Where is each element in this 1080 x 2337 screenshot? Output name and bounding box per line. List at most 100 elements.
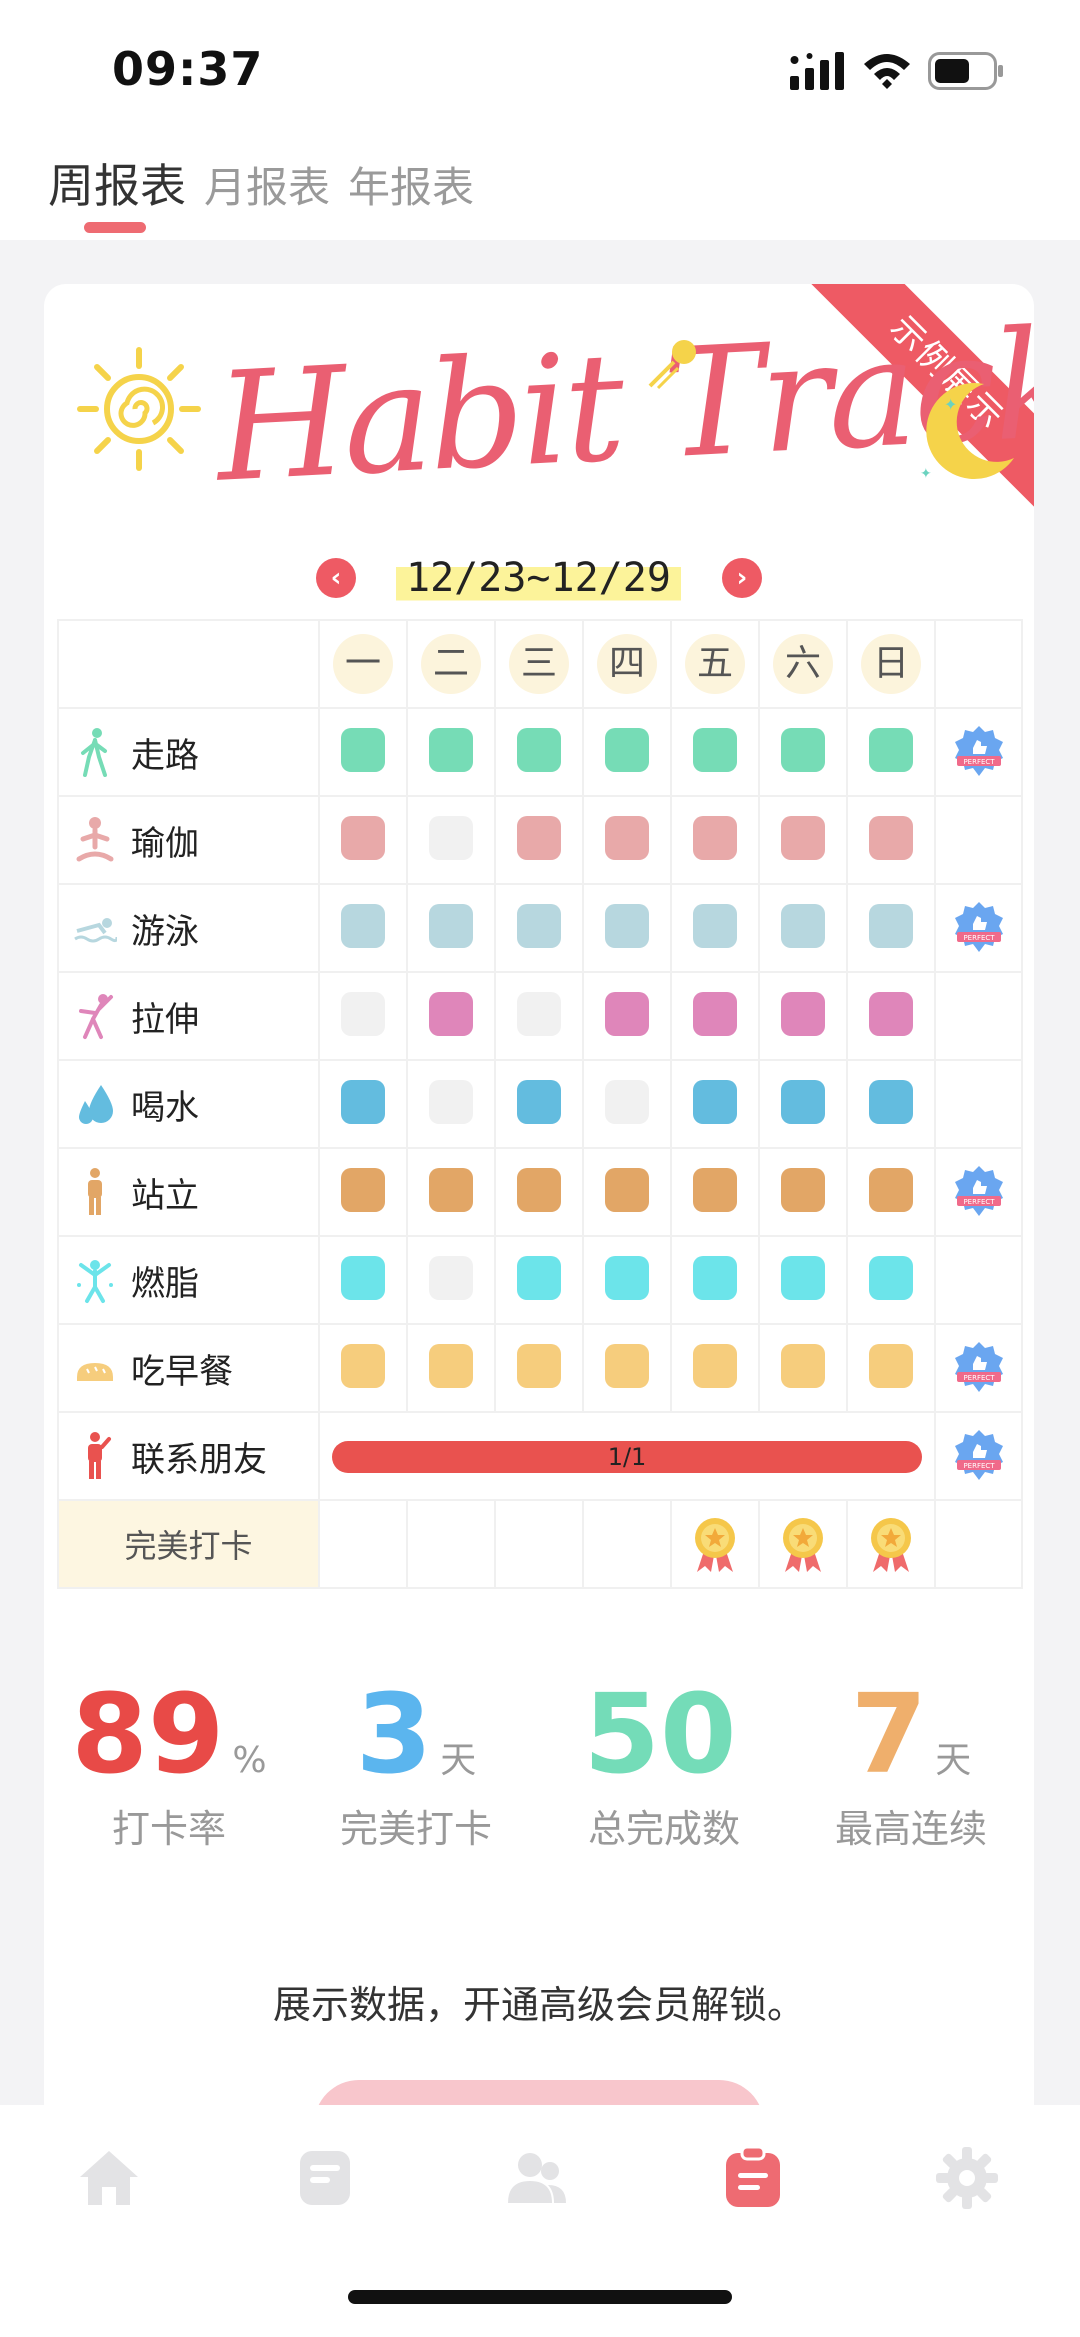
- check-cell[interactable]: [758, 1323, 848, 1413]
- check-cell[interactable]: [670, 1147, 760, 1237]
- check-cell[interactable]: [670, 1059, 760, 1149]
- checked-mark: [605, 1344, 649, 1388]
- home-icon[interactable]: [76, 2145, 142, 2211]
- habit-name-cell[interactable]: 联系朋友: [57, 1411, 320, 1501]
- check-cell[interactable]: [494, 883, 584, 973]
- water-drop-icon: [73, 1079, 117, 1129]
- checked-mark: [693, 1080, 737, 1124]
- habit-name-cell[interactable]: 吃早餐: [57, 1323, 320, 1413]
- check-cell[interactable]: [318, 883, 408, 973]
- check-cell[interactable]: [758, 971, 848, 1061]
- yoga-icon: [73, 815, 117, 865]
- habit-name-cell[interactable]: 瑜伽: [57, 795, 320, 885]
- perfect-badge-icon: PERFECT: [951, 1342, 1007, 1392]
- check-cell[interactable]: [846, 795, 936, 885]
- check-cell[interactable]: [670, 971, 760, 1061]
- check-cell[interactable]: [494, 1235, 584, 1325]
- check-cell[interactable]: [494, 795, 584, 885]
- habit-name-cell[interactable]: 游泳: [57, 883, 320, 973]
- check-cell[interactable]: [406, 883, 496, 973]
- prev-week-button[interactable]: ‹: [316, 558, 356, 598]
- check-cell[interactable]: [758, 1235, 848, 1325]
- check-cell[interactable]: [406, 1323, 496, 1413]
- tab-yearly[interactable]: 年报表: [348, 154, 474, 215]
- meteor-icon: [648, 340, 696, 390]
- progress-cell[interactable]: 1/1: [318, 1411, 936, 1501]
- stat-item: 7 天最高连续: [786, 1674, 1034, 1853]
- perfect-badge-icon: PERFECT: [951, 1430, 1007, 1480]
- checked-mark: [605, 904, 649, 948]
- document-icon[interactable]: [292, 2145, 358, 2211]
- check-cell[interactable]: [318, 1147, 408, 1237]
- medal-cell: [406, 1499, 496, 1589]
- users-icon[interactable]: [504, 2145, 570, 2211]
- check-cell[interactable]: [582, 1147, 672, 1237]
- day-header-cell: 四: [582, 619, 672, 709]
- check-cell[interactable]: [758, 883, 848, 973]
- check-cell[interactable]: [582, 971, 672, 1061]
- habit-name-cell[interactable]: 站立: [57, 1147, 320, 1237]
- check-cell[interactable]: [582, 795, 672, 885]
- day-label: 五: [685, 634, 745, 694]
- svg-text:PERFECT: PERFECT: [963, 758, 995, 766]
- check-cell[interactable]: [846, 1323, 936, 1413]
- check-cell[interactable]: [582, 1323, 672, 1413]
- check-cell[interactable]: [846, 1147, 936, 1237]
- check-cell[interactable]: [846, 1235, 936, 1325]
- check-cell[interactable]: [494, 971, 584, 1061]
- check-cell[interactable]: [406, 1059, 496, 1149]
- clipboard-icon[interactable]: [720, 2145, 786, 2211]
- habit-name-cell[interactable]: 燃脂: [57, 1235, 320, 1325]
- check-cell[interactable]: [318, 1059, 408, 1149]
- tab-weekly[interactable]: 周报表: [48, 150, 186, 216]
- stat-label: 完美打卡: [339, 1807, 492, 1851]
- checked-mark: [605, 1256, 649, 1300]
- check-cell[interactable]: [318, 707, 408, 797]
- habit-name-cell[interactable]: 喝水: [57, 1059, 320, 1149]
- check-cell[interactable]: [494, 707, 584, 797]
- check-cell[interactable]: [758, 1147, 848, 1237]
- check-cell[interactable]: [846, 883, 936, 973]
- check-cell[interactable]: [318, 1235, 408, 1325]
- check-cell[interactable]: [670, 883, 760, 973]
- checked-mark: [517, 1080, 561, 1124]
- check-cell[interactable]: [406, 1235, 496, 1325]
- check-cell[interactable]: [318, 971, 408, 1061]
- checked-mark: [869, 904, 913, 948]
- unchecked-mark: [429, 816, 473, 860]
- check-cell[interactable]: [670, 1235, 760, 1325]
- check-cell[interactable]: [494, 1059, 584, 1149]
- check-cell[interactable]: [582, 883, 672, 973]
- gear-icon[interactable]: [934, 2145, 1000, 2211]
- check-cell[interactable]: [670, 795, 760, 885]
- check-cell[interactable]: [406, 1147, 496, 1237]
- check-cell[interactable]: [758, 795, 848, 885]
- next-week-button[interactable]: ›: [722, 558, 762, 598]
- check-cell[interactable]: [582, 707, 672, 797]
- check-cell[interactable]: [758, 1059, 848, 1149]
- checked-mark: [781, 816, 825, 860]
- check-cell[interactable]: [670, 707, 760, 797]
- check-cell[interactable]: [494, 1323, 584, 1413]
- check-cell[interactable]: [406, 971, 496, 1061]
- habit-name-cell[interactable]: 走路: [57, 707, 320, 797]
- check-cell[interactable]: [318, 795, 408, 885]
- day-label: 六: [773, 634, 833, 694]
- battery-icon: [928, 52, 1003, 90]
- check-cell[interactable]: [494, 1147, 584, 1237]
- check-cell[interactable]: [846, 971, 936, 1061]
- habit-row: 走路 PERFECT: [57, 707, 1023, 797]
- check-cell[interactable]: [846, 1059, 936, 1149]
- check-cell[interactable]: [582, 1235, 672, 1325]
- check-cell[interactable]: [758, 707, 848, 797]
- check-cell[interactable]: [406, 707, 496, 797]
- check-cell[interactable]: [670, 1323, 760, 1413]
- check-cell[interactable]: [406, 795, 496, 885]
- perfect-badge-icon: PERFECT: [951, 1166, 1007, 1216]
- check-cell[interactable]: [846, 707, 936, 797]
- tab-monthly[interactable]: 月报表: [204, 154, 330, 215]
- check-cell[interactable]: [582, 1059, 672, 1149]
- unchecked-mark: [429, 1080, 473, 1124]
- habit-name-cell[interactable]: 拉伸: [57, 971, 320, 1061]
- check-cell[interactable]: [318, 1323, 408, 1413]
